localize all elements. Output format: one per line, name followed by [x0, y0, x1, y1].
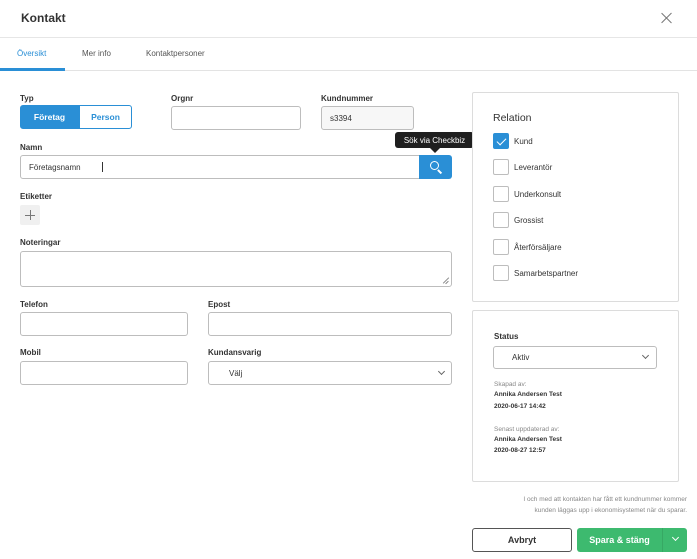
created-at: 2020-06-17 14:42: [494, 403, 546, 410]
footnote-line-2: kunden läggas upp i ekonomisystemet när …: [534, 507, 687, 514]
chevron-down-icon: [671, 533, 680, 542]
search-icon-handle: [437, 169, 443, 174]
email-input[interactable]: [208, 312, 452, 336]
relation-aterforsaljare-checkbox[interactable]: [493, 239, 509, 255]
responsible-select-value: Välj: [229, 368, 243, 378]
mobile-label: Mobil: [20, 348, 41, 357]
relation-underkonsult-checkbox[interactable]: [493, 186, 509, 202]
relation-title: Relation: [493, 112, 532, 124]
save-close-label: Spara & stäng: [589, 535, 650, 545]
relation-leverantor-label: Leverantör: [514, 163, 553, 172]
add-tag-icon[interactable]: [20, 205, 40, 225]
notes-textarea[interactable]: [20, 251, 452, 287]
notes-label: Noteringar: [20, 238, 61, 247]
phone-label: Telefon: [20, 300, 48, 309]
close-icon[interactable]: [660, 11, 674, 25]
email-label: Epost: [208, 300, 231, 309]
relation-samarbetspartner-checkbox[interactable]: [493, 265, 509, 281]
search-tooltip-arrow: [430, 148, 440, 153]
customer-number-label: Kundnummer: [321, 94, 373, 103]
save-options-toggle[interactable]: [663, 528, 687, 552]
responsible-label: Kundansvarig: [208, 348, 262, 357]
name-label: Namn: [20, 143, 43, 152]
type-label: Typ: [20, 94, 34, 103]
created-by: Annika Andersen Test: [494, 391, 562, 398]
tab-bar: Översikt Mer info Kontaktpersoner: [0, 38, 697, 71]
phone-input[interactable]: [20, 312, 188, 336]
relation-kund-checkbox[interactable]: [493, 133, 509, 149]
customer-number-input[interactable]: s3394: [321, 106, 414, 130]
resize-handle-icon[interactable]: [443, 278, 449, 284]
save-close-button[interactable]: Spara & stäng: [577, 528, 687, 552]
tab-mer-info[interactable]: Mer info: [82, 49, 111, 58]
cancel-button[interactable]: Avbryt: [472, 528, 572, 552]
relation-samarbetspartner-label: Samarbetspartner: [514, 269, 579, 278]
relation-aterforsaljare-label: Återförsäljare: [514, 243, 562, 252]
status-select-value: Aktiv: [512, 353, 530, 362]
relation-underkonsult-label: Underkonsult: [514, 190, 562, 199]
orgnr-label: Orgnr: [171, 94, 194, 103]
orgnr-input[interactable]: [171, 106, 301, 130]
updated-by: Annika Andersen Test: [494, 436, 562, 443]
tab-kontaktpersoner[interactable]: Kontaktpersoner: [146, 49, 205, 58]
updated-label: Senast uppdaterad av:: [494, 426, 560, 433]
relation-leverantor-checkbox[interactable]: [493, 159, 509, 175]
type-person-button[interactable]: Person: [79, 105, 132, 129]
tags-label: Etiketter: [20, 192, 53, 201]
relation-kund-label: Kund: [514, 137, 533, 146]
dialog-header: Kontakt: [0, 0, 697, 38]
text-cursor: [102, 162, 103, 172]
status-label: Status: [494, 332, 519, 341]
search-tooltip: Sök via Checkbiz: [395, 132, 474, 148]
relation-grossist-label: Grossist: [514, 216, 544, 225]
active-tab-indicator: [0, 68, 65, 71]
dialog-title: Kontakt: [21, 11, 66, 25]
responsible-select[interactable]: Välj: [208, 361, 452, 385]
created-label: Skapad av:: [494, 381, 527, 388]
updated-at: 2020-08-27 12:57: [494, 447, 546, 454]
status-select[interactable]: Aktiv: [493, 346, 657, 369]
tab-oversikt[interactable]: Översikt: [17, 49, 46, 58]
relation-grossist-checkbox[interactable]: [493, 212, 509, 228]
checkbiz-search-button[interactable]: [419, 155, 452, 179]
name-input[interactable]: Företagsnamn: [20, 155, 420, 179]
footnote-line-1: I och med att kontakten har fått ett kun…: [523, 496, 687, 503]
type-foretag-button[interactable]: Företag: [20, 105, 79, 129]
mobile-input[interactable]: [20, 361, 188, 385]
